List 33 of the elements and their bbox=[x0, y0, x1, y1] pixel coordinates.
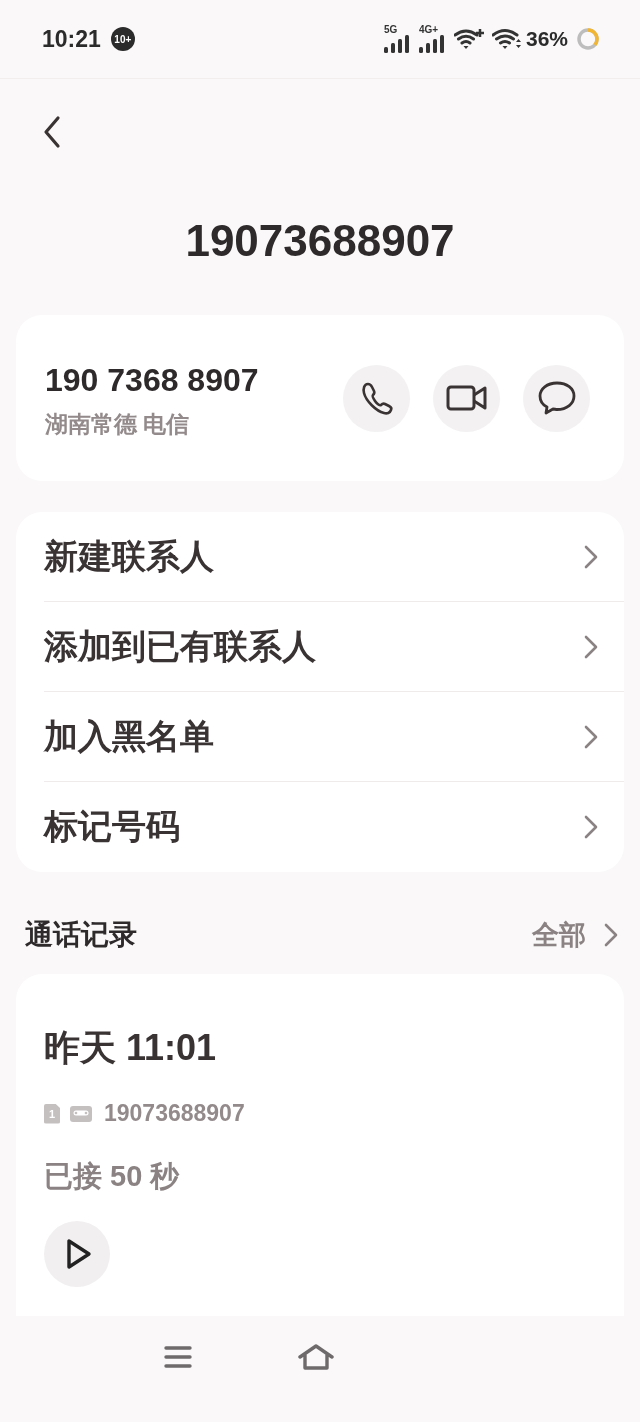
chevron-left-icon bbox=[42, 115, 62, 149]
play-icon bbox=[66, 1238, 92, 1270]
chevron-right-icon bbox=[584, 544, 598, 569]
menu-item[interactable]: 加入黑名单 bbox=[44, 692, 624, 782]
battery-ring-icon bbox=[576, 27, 600, 51]
video-camera-icon bbox=[445, 383, 488, 413]
signal-icon bbox=[383, 35, 410, 53]
section-title: 通话记录 bbox=[25, 918, 138, 952]
chevron-right-icon bbox=[584, 724, 598, 749]
phone-number: 190 7368 8907 bbox=[45, 362, 260, 399]
call-time: 昨天 11:01 bbox=[44, 1026, 218, 1070]
voicemail-icon bbox=[70, 1105, 92, 1122]
number-location: 湖南常德 电信 bbox=[45, 410, 191, 439]
view-all-link[interactable]: 全部 bbox=[532, 917, 618, 953]
call-number: 19073688907 bbox=[104, 1100, 245, 1127]
signal-icon bbox=[418, 35, 445, 53]
menu-item[interactable]: 添加到已有联系人 bbox=[44, 602, 624, 692]
notification-badge: 10+ bbox=[110, 27, 135, 51]
wifi-icon bbox=[453, 28, 484, 50]
phone-number-title: 19073688907 bbox=[184, 219, 456, 263]
status-time: 10:21 bbox=[42, 25, 101, 53]
chevron-right-icon bbox=[604, 923, 618, 947]
menu-item[interactable]: 标记号码 bbox=[44, 782, 624, 872]
wifi-icon bbox=[491, 28, 522, 50]
network-label: 4G+ bbox=[418, 25, 439, 35]
chat-bubble-icon bbox=[536, 380, 577, 416]
chevron-right-icon bbox=[584, 815, 598, 839]
sim-badge: 1 bbox=[44, 1103, 60, 1124]
battery-percentage: 36% bbox=[525, 27, 568, 51]
chevron-right-icon bbox=[584, 634, 598, 659]
call-status: 已接 50 秒 bbox=[44, 1159, 181, 1194]
menu-item[interactable]: 新建联系人 bbox=[44, 512, 624, 602]
network-label: 5G bbox=[383, 25, 398, 35]
